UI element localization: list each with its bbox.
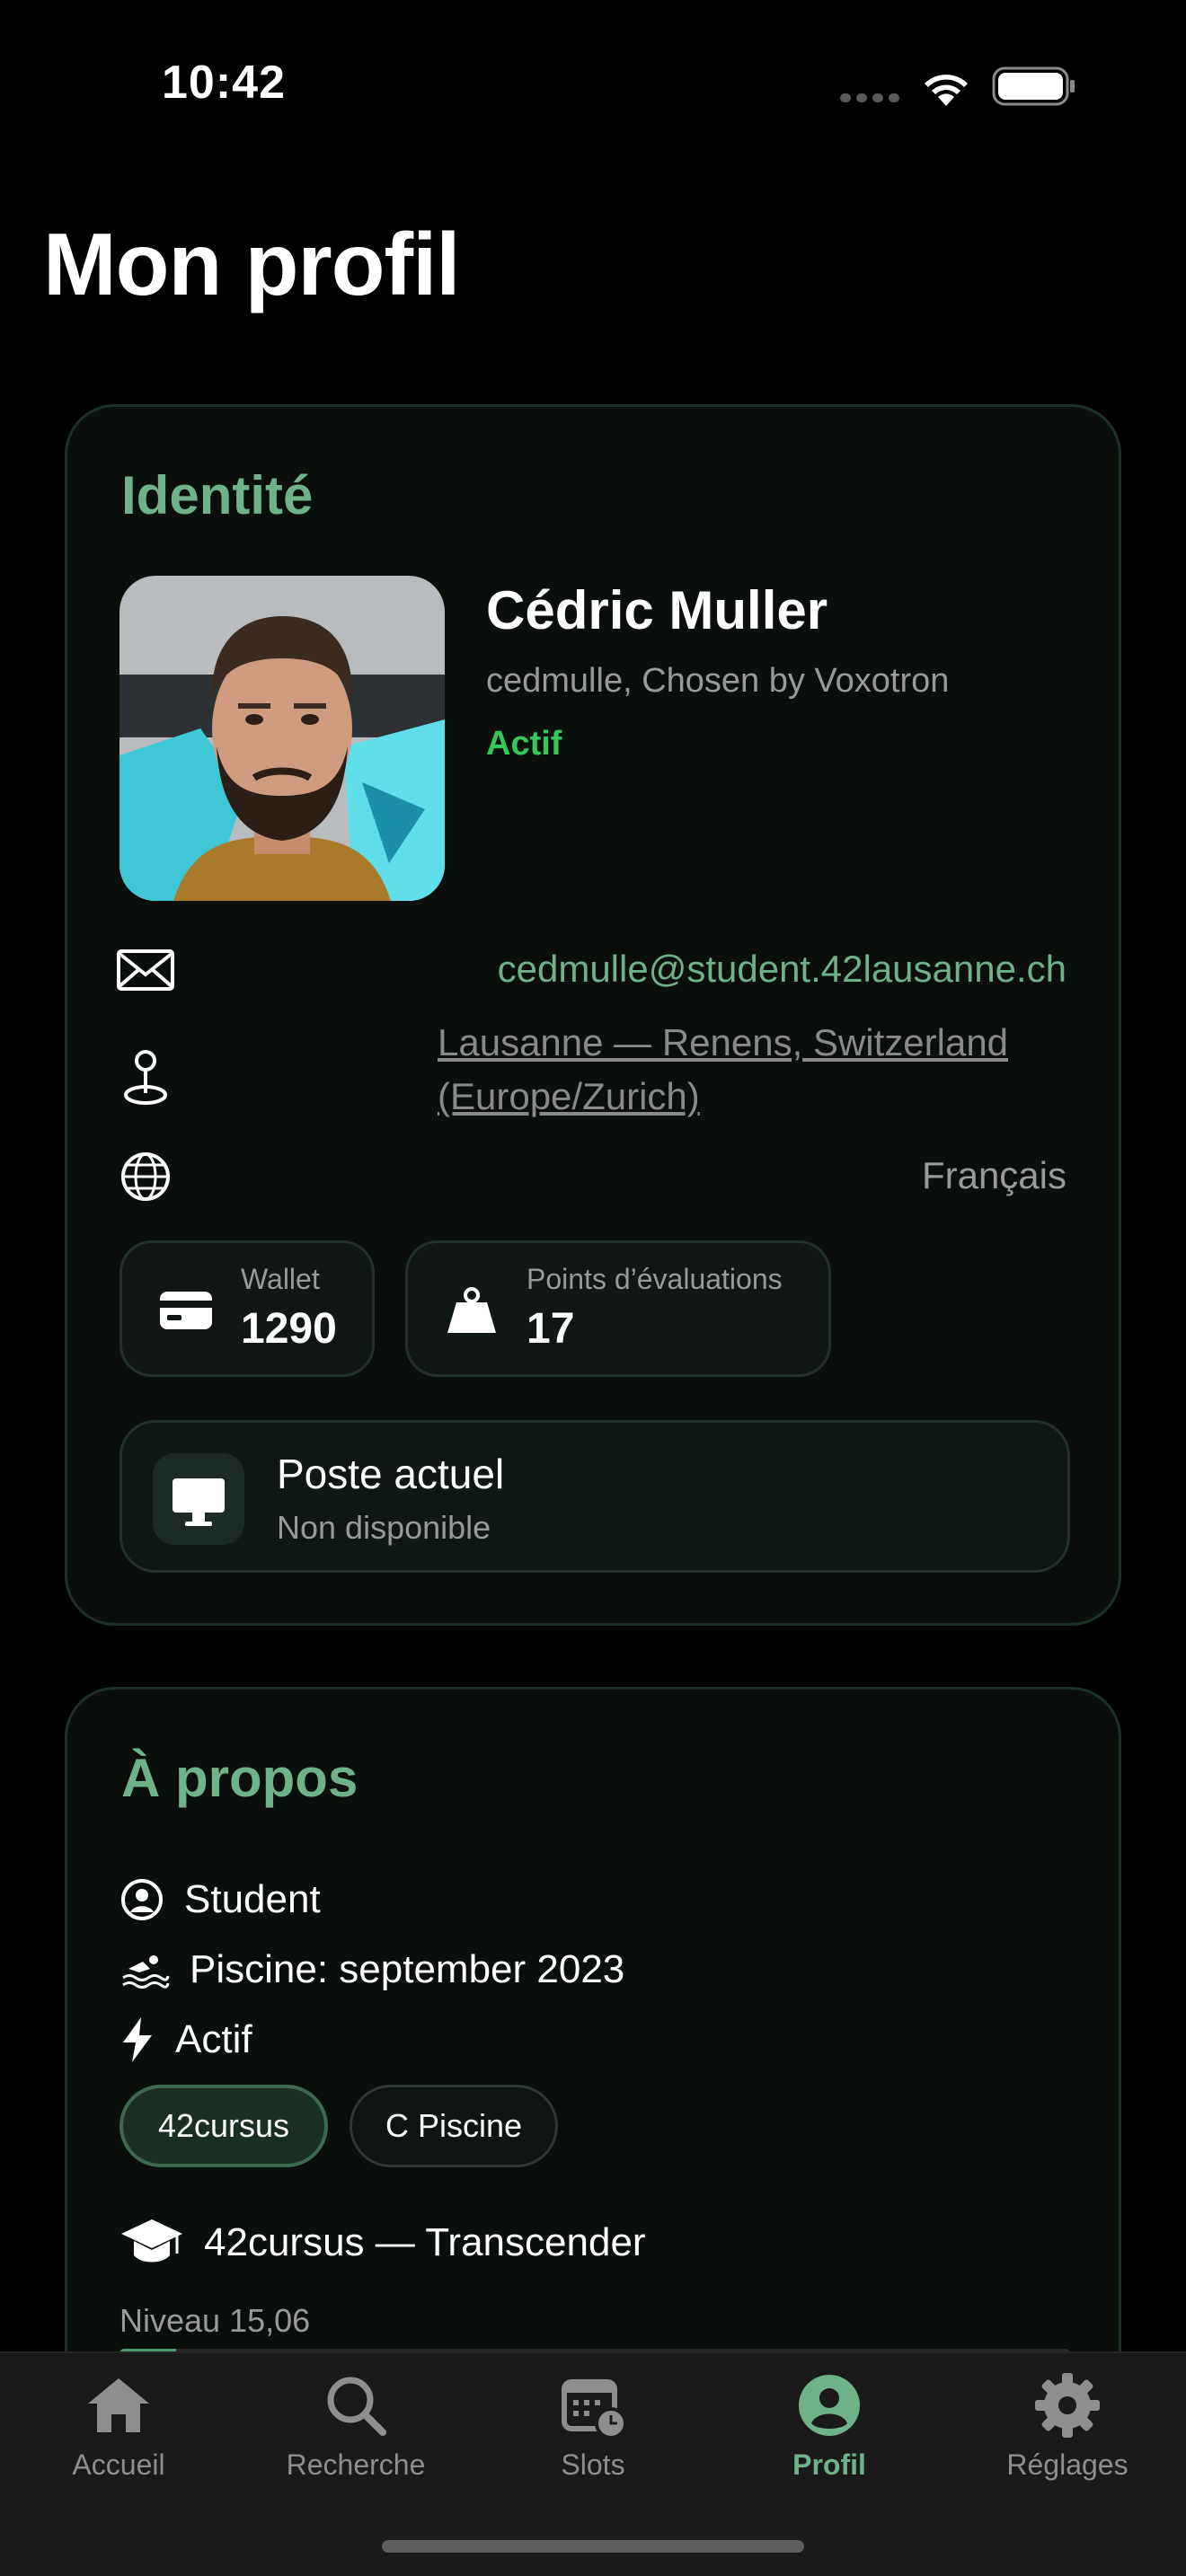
piscine-label: Piscine: september 2023 xyxy=(190,1947,625,1991)
house-icon xyxy=(88,2378,149,2432)
wallet-value: 1290 xyxy=(241,1305,337,1353)
tab-accueil-label: Accueil xyxy=(72,2448,165,2481)
project-row: 42cursus — Transcender xyxy=(119,2216,646,2270)
wallet-label: Wallet xyxy=(241,1263,320,1295)
kind-row: Student xyxy=(119,1873,321,1927)
activity-label: Actif xyxy=(175,2017,252,2061)
avatar xyxy=(119,576,445,901)
level-label: Niveau 15,06 xyxy=(119,2302,311,2339)
tab-profil[interactable]: Profil xyxy=(739,2369,919,2482)
kind-label: Student xyxy=(184,1877,321,1921)
calendar-clock-icon xyxy=(562,2379,627,2439)
tab-profil-label: Profil xyxy=(792,2448,866,2481)
email-link[interactable]: cedmulle@student.42lausanne.ch xyxy=(498,942,1067,996)
tab-reglages[interactable]: Réglages xyxy=(978,2369,1157,2482)
piscine-row: Piscine: september 2023 xyxy=(119,1943,624,1997)
scale-weight-icon xyxy=(447,1287,496,1333)
page-title: Mon profil xyxy=(43,215,461,313)
cellular-signal-icon xyxy=(840,93,903,104)
identity-section-title: Identité xyxy=(121,465,314,525)
person-circle-icon xyxy=(799,2375,860,2436)
location-link[interactable]: Lausanne — Renens, Switzerland (Europe/Z… xyxy=(438,1016,1067,1124)
tab-reglages-label: Réglages xyxy=(1006,2448,1128,2481)
current-post-status: Non disponible xyxy=(277,1509,491,1546)
globe-icon xyxy=(121,1152,170,1201)
credit-card-icon xyxy=(160,1292,212,1329)
status-badge: Actif xyxy=(486,725,562,763)
current-post-card[interactable]: Poste actuel Non disponible xyxy=(119,1420,1070,1573)
wallet-stat: Wallet 1290 xyxy=(119,1240,375,1377)
home-indicator[interactable] xyxy=(382,2540,804,2553)
person-circle-icon xyxy=(121,1879,163,1920)
user-name: Cédric Muller xyxy=(486,580,828,640)
language-value: Français xyxy=(921,1154,1067,1196)
tab-accueil[interactable]: Accueil xyxy=(29,2369,208,2482)
swimmer-icon xyxy=(122,1955,170,1989)
evaluation-points-label: Points d’évaluations xyxy=(527,1263,783,1295)
about-section-title: À propos xyxy=(121,1748,358,1808)
wifi-icon xyxy=(925,75,968,106)
tab-recherche[interactable]: Recherche xyxy=(266,2369,446,2482)
tab-slots[interactable]: Slots xyxy=(503,2369,683,2482)
battery-icon xyxy=(992,66,1075,106)
gear-icon xyxy=(1035,2373,1100,2438)
map-pin-icon xyxy=(124,1050,167,1105)
status-time: 10:42 xyxy=(162,57,286,109)
evaluation-points-value: 17 xyxy=(527,1305,575,1353)
project-label: 42cursus — Transcender xyxy=(204,2220,646,2264)
login-line: cedmulle, Chosen by Voxotron xyxy=(486,662,950,700)
desktop-computer-icon xyxy=(153,1453,244,1545)
current-post-title: Poste actuel xyxy=(277,1451,505,1497)
cursus-chip-42cursus[interactable]: 42cursus xyxy=(119,2085,328,2167)
envelope-icon xyxy=(117,949,174,991)
evaluation-points-stat: Points d’évaluations 17 xyxy=(405,1240,831,1377)
cursus-chip-c-piscine[interactable]: C Piscine xyxy=(350,2085,558,2167)
tab-slots-label: Slots xyxy=(561,2448,625,2481)
identity-card: Identité Cédric Muller cedmulle, Chosen … xyxy=(65,404,1121,1626)
tab-recherche-label: Recherche xyxy=(286,2448,426,2481)
activity-row: Actif xyxy=(119,2013,252,2067)
graduation-cap-icon xyxy=(121,2219,182,2263)
lightning-bolt-icon xyxy=(123,2017,152,2062)
magnifying-glass-icon xyxy=(327,2377,386,2436)
